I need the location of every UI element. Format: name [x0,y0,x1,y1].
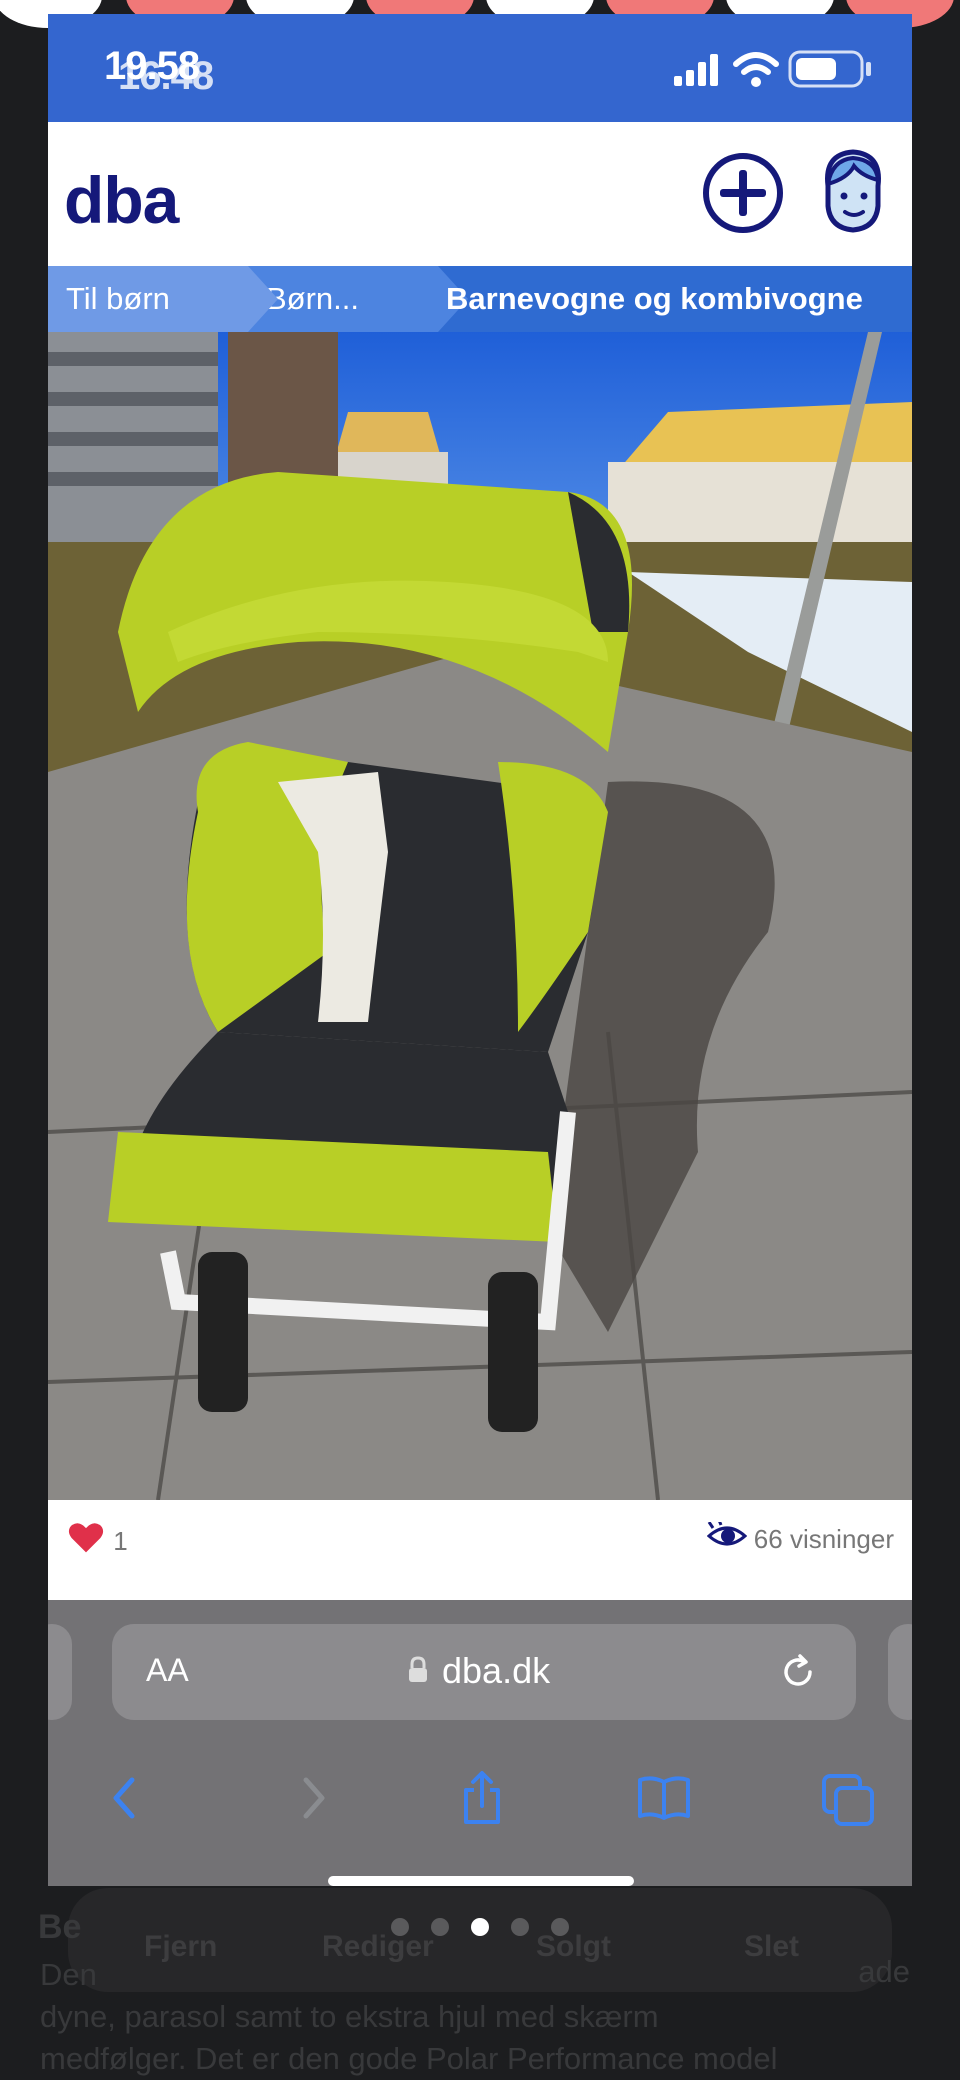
listing-stats: 1 66 visninger [48,1500,912,1580]
phone-screenshot: 16.48 19.58 dba Børn... Til børn Barnevo… [48,14,912,1886]
background-text-fragment: ade [858,1954,910,1989]
chevron-right-icon [303,1777,325,1819]
browser-toolbar [48,1750,912,1850]
pager-dot[interactable] [551,1918,569,1936]
eye-icon [706,1519,754,1556]
share-button[interactable] [452,1768,512,1828]
home-indicator[interactable] [328,1876,634,1886]
description-line: medfølger. Det er den gode Polar Perform… [40,2041,778,2076]
user-face-icon [825,149,881,233]
status-bar: 16.48 19.58 [48,14,912,122]
breadcrumb-item-til-born[interactable]: Til børn [48,266,278,332]
address-bar[interactable]: AA dba.dk [112,1624,856,1720]
share-icon [464,1771,500,1824]
likes-count[interactable]: 1 [66,1520,128,1563]
plus-circle-icon [703,153,783,233]
tabs-button[interactable] [818,1768,878,1828]
views-count: 66 visninger [706,1519,894,1557]
previous-tab-preview[interactable] [48,1624,72,1720]
site-header: dba [48,122,912,266]
add-listing-button[interactable] [702,152,784,234]
heart-filled-icon [66,1523,113,1562]
status-time: 19.58 [104,44,200,88]
lock-icon [408,1656,428,1689]
description-line: Den [40,1957,97,1992]
breadcrumb: Børn... Til børn Barnevogne og kombivogn… [48,266,912,332]
pager-dot[interactable] [431,1918,449,1936]
signal-icon [674,54,718,86]
chevron-left-icon [113,1777,135,1819]
status-icons [674,44,894,99]
description-line: dyne, parasol samt to ekstra hjul med sk… [40,1999,659,2034]
likes-value: 1 [113,1526,128,1556]
book-icon [638,1776,690,1820]
breadcrumb-item-barnevogne[interactable]: Barnevogne og kombivogne [428,266,912,332]
background-description: Den dyne, parasol samt to ekstra hjul me… [40,1954,920,2080]
address-domain: dba.dk [442,1650,551,1691]
pager-dot-active[interactable] [471,1918,489,1936]
image-pager[interactable] [0,1918,960,1941]
reader-options-button[interactable]: AA [146,1652,189,1689]
reload-icon[interactable] [778,1652,818,1697]
forward-button[interactable] [282,1768,342,1828]
browser-chrome: AA dba.dk [48,1600,912,1886]
listing-photo[interactable] [48,332,912,1786]
next-tab-preview[interactable] [888,1624,912,1720]
views-value: 66 visninger [753,1524,894,1554]
bookmarks-button[interactable] [634,1768,694,1828]
wifi-icon [733,52,779,75]
battery-icon [788,50,871,88]
dba-logo[interactable]: dba [64,162,179,238]
pager-dot[interactable] [511,1918,529,1936]
profile-button[interactable] [818,146,888,236]
pager-dot[interactable] [391,1918,409,1936]
back-button[interactable] [96,1768,156,1828]
tabs-icon [822,1774,874,1826]
